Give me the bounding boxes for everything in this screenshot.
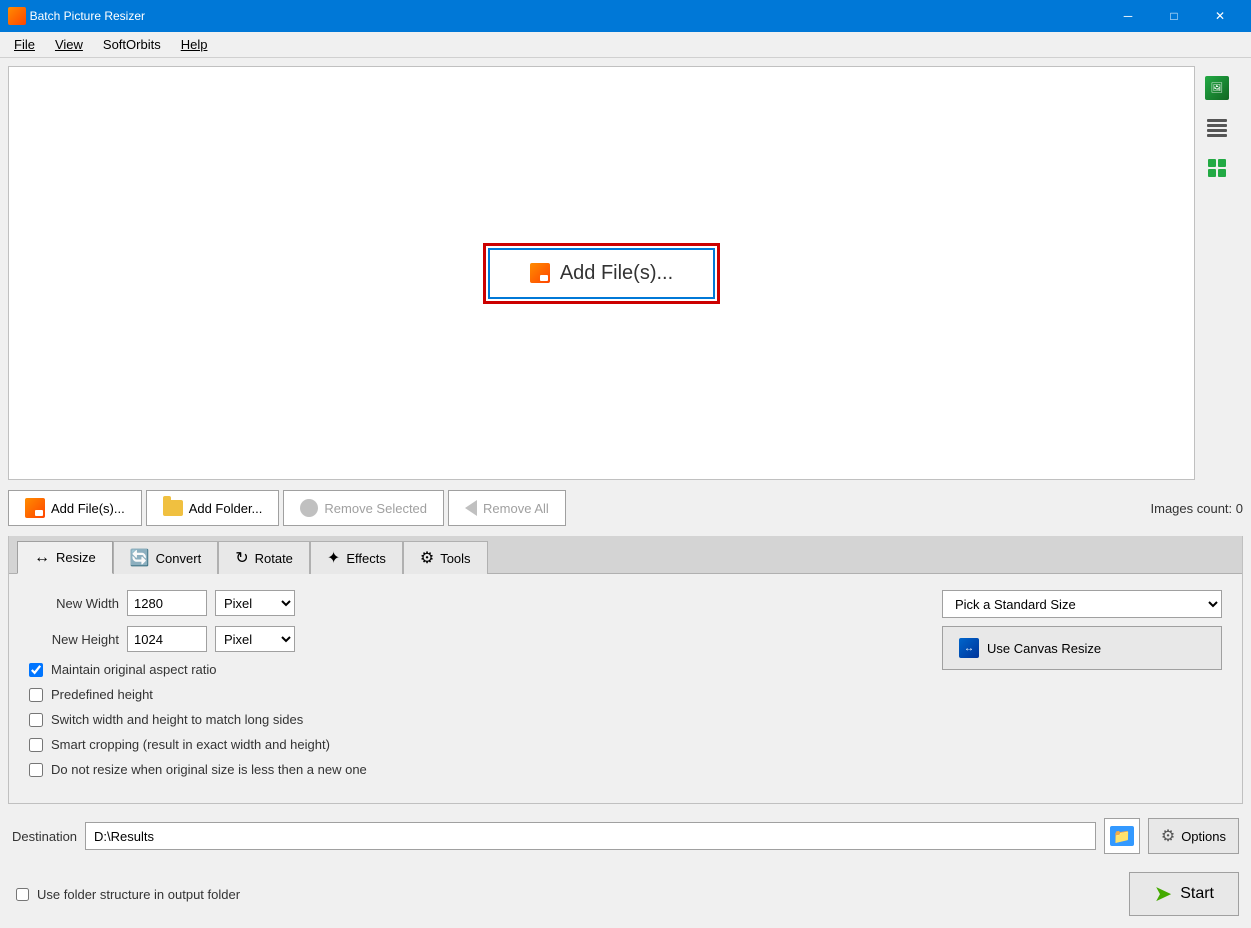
convert-tab-label: Convert [156,551,202,566]
remove-all-icon [465,500,477,516]
tab-convert[interactable]: 🔄 Convert [113,541,218,574]
tools-tab-icon: ⚙ [420,548,434,568]
view-controls: 🖼 [1199,66,1243,480]
smart-crop-label: Smart cropping (result in exact width an… [51,737,330,752]
new-height-row: New Height Pixel Percent cm inch [29,626,926,652]
menu-softorbits[interactable]: SoftOrbits [93,34,171,55]
effects-tab-label: Effects [346,551,386,566]
switch-sides-row: Switch width and height to match long si… [29,712,926,727]
destination-label: Destination [12,829,77,844]
gear-icon: ⚙ [1161,826,1175,846]
tools-tab-label: Tools [440,551,470,566]
filelist-container: Add File(s)... 🖼 [8,66,1243,480]
start-arrow-icon: ➤ [1154,881,1172,907]
app-icon [8,7,26,25]
tab-resize[interactable]: ↔ Resize [17,541,113,574]
destination-browse-button[interactable]: 📁 [1104,818,1140,854]
tab-effects[interactable]: ✦ Effects [310,541,403,574]
add-folder-icon [163,500,183,516]
menubar: File View SoftOrbits Help [0,32,1251,58]
titlebar-title: Batch Picture Resizer [30,9,1105,23]
rotate-tab-icon: ↻ [235,548,248,568]
resize-left-panel: New Width Pixel Percent cm inch New Heig… [29,590,926,787]
standard-size-select[interactable]: Pick a Standard Size 800x600 1024x768 12… [942,590,1222,618]
start-button[interactable]: ➤ Start [1129,872,1239,916]
minimize-button[interactable]: ─ [1105,0,1151,32]
new-height-unit-select[interactable]: Pixel Percent cm inch [215,626,295,652]
rotate-tab-label: Rotate [255,551,293,566]
main: Add File(s)... 🖼 Add File(s)... [0,58,1251,928]
smart-crop-checkbox[interactable] [29,738,43,752]
toolbar: Add File(s)... Add Folder... Remove Sele… [8,486,1243,530]
canvas-resize-button[interactable]: ↔ Use Canvas Resize [942,626,1222,670]
new-width-label: New Width [29,596,119,611]
menu-view[interactable]: View [45,34,93,55]
destination-bar: Destination 📁 ⚙ Options [8,810,1243,862]
folder-structure-checkbox[interactable] [16,888,29,901]
tabs-container: ↔ Resize 🔄 Convert ↻ Rotate ✦ Effects ⚙ … [8,536,1243,804]
start-label: Start [1180,885,1214,903]
add-files-icon [25,498,45,518]
filelist: Add File(s)... [8,66,1195,480]
maintain-aspect-checkbox[interactable] [29,663,43,677]
folder-structure-label: Use folder structure in output folder [37,887,240,902]
tab-tools[interactable]: ⚙ Tools [403,541,488,574]
bottom-actions: Use folder structure in output folder ➤ … [8,868,1243,920]
resize-tab-icon: ↔ [34,549,50,567]
titlebar: Batch Picture Resizer ─ □ ✕ [0,0,1251,32]
menu-file[interactable]: File [4,34,45,55]
no-resize-checkbox[interactable] [29,763,43,777]
new-width-row: New Width Pixel Percent cm inch [29,590,926,616]
add-folder-button[interactable]: Add Folder... [146,490,280,526]
close-button[interactable]: ✕ [1197,0,1243,32]
predefined-height-checkbox[interactable] [29,688,43,702]
folder-structure-row: Use folder structure in output folder [12,883,244,906]
predefined-height-label: Predefined height [51,687,153,702]
titlebar-controls: ─ □ ✕ [1105,0,1243,32]
new-height-input[interactable] [127,626,207,652]
images-count: Images count: 0 [1151,501,1244,516]
effects-tab-icon: ✦ [327,548,340,568]
tabs: ↔ Resize 🔄 Convert ↻ Rotate ✦ Effects ⚙ … [9,536,1242,573]
smart-crop-row: Smart cropping (result in exact width an… [29,737,926,752]
grid-view-button[interactable] [1199,150,1235,186]
no-resize-row: Do not resize when original size is less… [29,762,926,777]
browse-icon: 📁 [1110,826,1134,846]
add-files-center-icon [530,263,550,283]
resize-tab-content: New Width Pixel Percent cm inch New Heig… [9,573,1242,803]
switch-sides-label: Switch width and height to match long si… [51,712,303,727]
add-files-button[interactable]: Add File(s)... [8,490,142,526]
canvas-resize-icon: ↔ [959,638,979,658]
list-view-button[interactable] [1199,110,1235,146]
list-icon [1207,119,1227,137]
canvas-resize-label: Use Canvas Resize [987,641,1101,656]
destination-path-input[interactable] [85,822,1096,850]
thumbnail-icon: 🖼 [1205,76,1229,100]
maintain-aspect-label: Maintain original aspect ratio [51,662,216,677]
add-files-center-button[interactable]: Add File(s)... [488,248,715,299]
new-width-unit-select[interactable]: Pixel Percent cm inch [215,590,295,616]
resize-tab-label: Resize [56,550,96,565]
resize-right-panel: Pick a Standard Size 800x600 1024x768 12… [942,590,1222,787]
new-height-label: New Height [29,632,119,647]
predefined-height-row: Predefined height [29,687,926,702]
maintain-aspect-row: Maintain original aspect ratio [29,662,926,677]
menu-help[interactable]: Help [171,34,218,55]
no-resize-label: Do not resize when original size is less… [51,762,367,777]
tab-rotate[interactable]: ↻ Rotate [218,541,310,574]
resize-grid: New Width Pixel Percent cm inch New Heig… [29,590,1222,787]
grid-icon [1208,159,1226,177]
options-label: Options [1181,829,1226,844]
thumbnail-view-button[interactable]: 🖼 [1199,70,1235,106]
remove-selected-button[interactable]: Remove Selected [283,490,444,526]
remove-all-button[interactable]: Remove All [448,490,566,526]
remove-selected-icon [300,499,318,517]
maximize-button[interactable]: □ [1151,0,1197,32]
switch-sides-checkbox[interactable] [29,713,43,727]
options-button[interactable]: ⚙ Options [1148,818,1239,854]
new-width-input[interactable] [127,590,207,616]
convert-tab-icon: 🔄 [130,548,150,568]
